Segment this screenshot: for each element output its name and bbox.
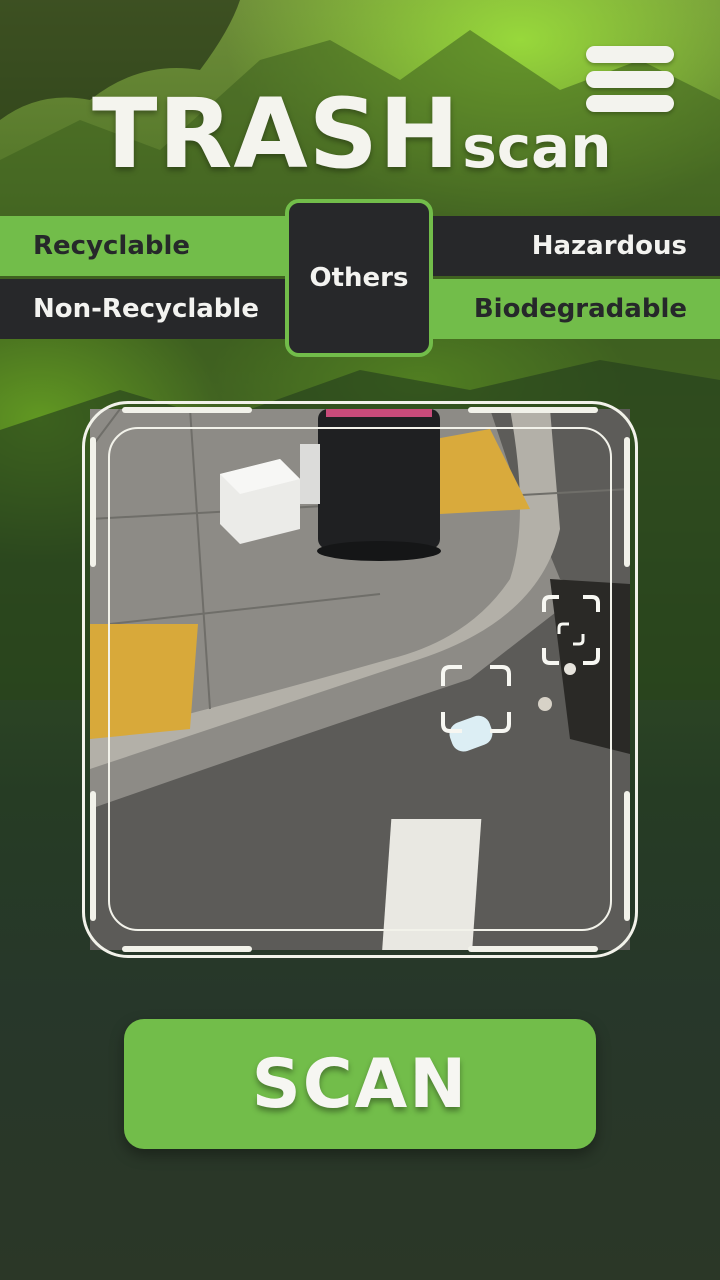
category-label: Hazardous xyxy=(531,231,687,261)
menu-bar xyxy=(586,46,674,63)
viewfinder-overlay xyxy=(90,407,630,952)
category-biodegradable[interactable]: Biodegradable xyxy=(420,279,720,339)
app-title-main: TRASH xyxy=(92,78,461,190)
category-hazardous[interactable]: Hazardous xyxy=(420,216,720,276)
viewfinder-edge-mark xyxy=(468,946,598,952)
viewfinder-edge-mark xyxy=(122,407,252,413)
viewfinder-edge-mark xyxy=(468,407,598,413)
category-label: Biodegradable xyxy=(473,294,687,324)
viewfinder-edge-mark xyxy=(90,791,96,921)
category-recyclable[interactable]: Recyclable xyxy=(0,216,300,276)
hamburger-menu-icon[interactable] xyxy=(586,46,674,112)
viewfinder-edge-mark xyxy=(624,791,630,921)
menu-bar xyxy=(586,95,674,112)
viewfinder-edge-mark xyxy=(624,437,630,567)
category-non-recyclable[interactable]: Non-Recyclable xyxy=(0,279,300,339)
category-label: Non-Recyclable xyxy=(33,294,259,324)
viewfinder-corner-icon xyxy=(542,595,600,665)
category-others[interactable]: Others xyxy=(285,199,433,357)
menu-bar xyxy=(586,70,674,88)
viewfinder-corner-icon xyxy=(441,665,511,733)
category-label: Recyclable xyxy=(33,231,191,261)
app-title: TRASH scan xyxy=(92,78,612,190)
viewfinder-edge-mark xyxy=(90,437,96,567)
category-label: Others xyxy=(309,263,409,293)
viewfinder-edge-mark xyxy=(122,946,252,952)
app-title-suffix: scan xyxy=(462,113,612,181)
scan-button[interactable]: SCAN xyxy=(124,1019,596,1149)
